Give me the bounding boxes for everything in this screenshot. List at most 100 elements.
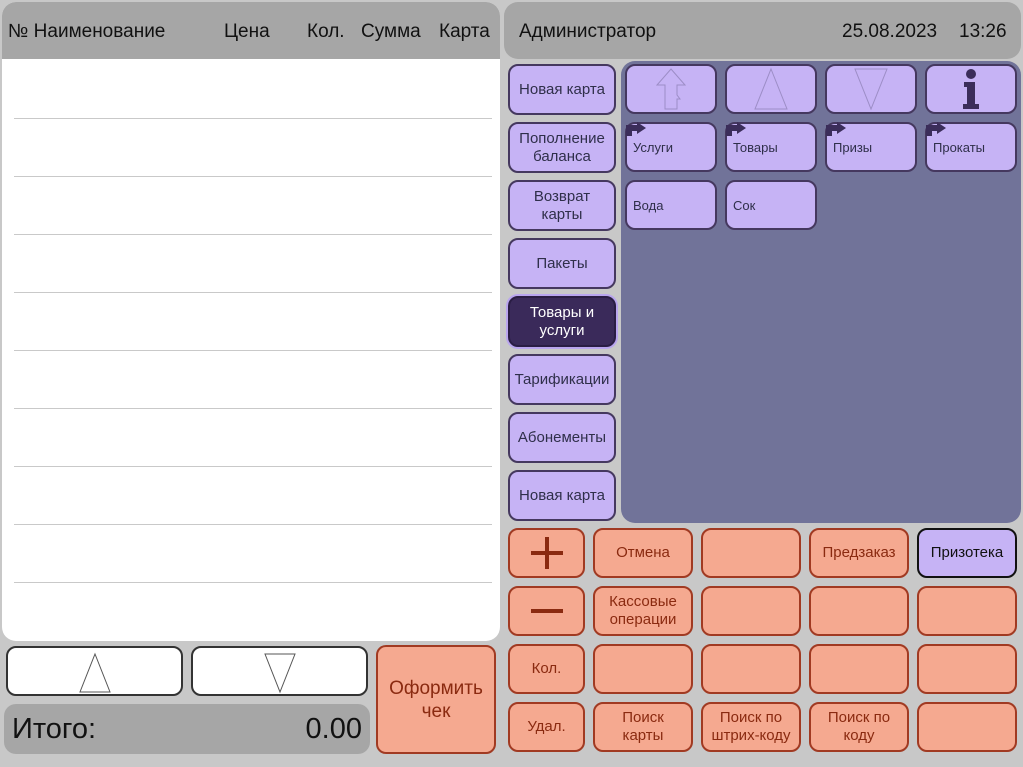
- preorder-button[interactable]: Предзаказ: [809, 528, 909, 578]
- row-divider: [14, 176, 492, 177]
- category-label: Пакеты: [536, 254, 588, 272]
- empty-action-button[interactable]: [809, 644, 909, 694]
- empty-action-button[interactable]: [917, 586, 1017, 636]
- category-new-card-2[interactable]: Новая карта: [508, 470, 616, 521]
- product-juice[interactable]: Сок: [725, 180, 817, 230]
- prize-library-label: Призотека: [930, 544, 1004, 561]
- current-date: 25.08.2023: [842, 21, 938, 42]
- cash-operations-label: Кассовые операции: [609, 593, 677, 628]
- total-box: Итого: 0.00: [4, 704, 370, 754]
- folder-arrow-icon: [826, 122, 846, 136]
- arrow-down-icon: [854, 68, 888, 111]
- delete-button[interactable]: Удал.: [508, 702, 585, 752]
- info-button[interactable]: [925, 64, 1017, 114]
- search-card-label: Поиск карты: [622, 709, 664, 744]
- category-packages[interactable]: Пакеты: [508, 238, 616, 289]
- arrow-up-icon: [78, 652, 111, 693]
- top-bar: Администратор 25.08.2023 13:26: [504, 2, 1021, 59]
- cancel-label: Отмена: [616, 544, 670, 561]
- col-card: Карта: [439, 21, 490, 42]
- category-subscriptions[interactable]: Абонементы: [508, 412, 616, 463]
- row-divider: [14, 350, 492, 351]
- prize-library-button[interactable]: Призотека: [917, 528, 1017, 578]
- category-label: Абонементы: [517, 428, 607, 446]
- cash-operations-button[interactable]: Кассовые операции: [593, 586, 693, 636]
- receipt-header: № Наименование Цена Кол. Сумма Карта: [2, 2, 500, 59]
- search-barcode-button[interactable]: Поиск по штрих-коду: [701, 702, 801, 752]
- quantity-label: Кол.: [531, 660, 562, 677]
- up-level-icon: [655, 68, 687, 110]
- total-value: 0.00: [305, 713, 362, 745]
- product-water[interactable]: Вода: [625, 180, 717, 230]
- folder-label: Товары: [733, 139, 778, 155]
- current-time: 13:26: [959, 21, 1007, 42]
- folder-services[interactable]: Услуги: [625, 122, 717, 172]
- arrow-up-icon: [754, 67, 788, 110]
- category-goods-services[interactable]: Товары и услуги: [508, 296, 616, 347]
- product-label: Сок: [733, 197, 756, 213]
- folder-arrow-icon: [926, 122, 946, 136]
- category-card-return[interactable]: Возврат карты: [508, 180, 616, 231]
- row-divider: [14, 234, 492, 235]
- empty-action-button[interactable]: [701, 644, 801, 694]
- col-sum: Сумма: [361, 21, 421, 42]
- user-name: Администратор: [519, 21, 657, 42]
- products-scroll-down-button[interactable]: [825, 64, 917, 114]
- row-divider: [14, 466, 492, 467]
- minus-button[interactable]: [508, 586, 585, 636]
- folder-label: Прокаты: [933, 139, 986, 155]
- delete-label: Удал.: [527, 718, 566, 735]
- category-label: Пополнение баланса: [519, 129, 605, 165]
- category-balance-topup[interactable]: Пополнение баланса: [508, 122, 616, 173]
- col-price: Цена: [224, 21, 270, 42]
- search-code-button[interactable]: Поиск по коду: [809, 702, 909, 752]
- empty-action-button[interactable]: [701, 586, 801, 636]
- checkout-label: Оформить чек: [389, 677, 483, 722]
- checkout-button[interactable]: Оформить чек: [376, 645, 496, 754]
- plus-button[interactable]: [508, 528, 585, 578]
- category-new-card[interactable]: Новая карта: [508, 64, 616, 115]
- category-label: Тарификации: [514, 370, 610, 388]
- row-divider: [14, 292, 492, 293]
- receipt-scroll-down-button[interactable]: [191, 646, 368, 696]
- folder-label: Услуги: [633, 139, 673, 155]
- search-card-button[interactable]: Поиск карты: [593, 702, 693, 752]
- category-label: Новая карта: [519, 80, 605, 98]
- empty-action-button[interactable]: [593, 644, 693, 694]
- empty-action-button[interactable]: [917, 644, 1017, 694]
- cancel-button[interactable]: Отмена: [593, 528, 693, 578]
- receipt-panel: № Наименование Цена Кол. Сумма Карта: [2, 2, 500, 641]
- minus-icon: [530, 609, 563, 613]
- empty-action-button[interactable]: [701, 528, 801, 578]
- folder-label: Призы: [833, 139, 873, 155]
- plus-icon: [530, 537, 563, 569]
- folder-arrow-icon: [626, 122, 646, 136]
- products-scroll-up-button[interactable]: [725, 64, 817, 114]
- category-tariffs[interactable]: Тарификации: [508, 354, 616, 405]
- quantity-button[interactable]: Кол.: [508, 644, 585, 694]
- folder-goods[interactable]: Товары: [725, 122, 817, 172]
- search-barcode-label: Поиск по штрих-коду: [711, 709, 791, 744]
- row-divider: [14, 408, 492, 409]
- search-code-label: Поиск по коду: [827, 709, 891, 744]
- category-label: Новая карта: [519, 486, 605, 504]
- row-divider: [14, 524, 492, 525]
- category-label: Возврат карты: [533, 187, 591, 223]
- product-label: Вода: [633, 197, 664, 213]
- folder-arrow-icon: [726, 122, 746, 136]
- arrow-down-icon: [263, 653, 296, 694]
- empty-action-button[interactable]: [809, 586, 909, 636]
- col-name: № Наименование: [8, 21, 166, 42]
- folder-prizes[interactable]: Призы: [825, 122, 917, 172]
- category-label: Товары и услуги: [529, 303, 595, 339]
- info-icon: [963, 69, 979, 109]
- col-qty: Кол.: [307, 21, 345, 42]
- folder-rentals[interactable]: Прокаты: [925, 122, 1017, 172]
- empty-action-button[interactable]: [917, 702, 1017, 752]
- row-divider: [14, 582, 492, 583]
- products-up-level-button[interactable]: [625, 64, 717, 114]
- preorder-label: Предзаказ: [822, 544, 896, 561]
- row-divider: [14, 118, 492, 119]
- total-label: Итого:: [12, 713, 97, 745]
- receipt-scroll-up-button[interactable]: [6, 646, 183, 696]
